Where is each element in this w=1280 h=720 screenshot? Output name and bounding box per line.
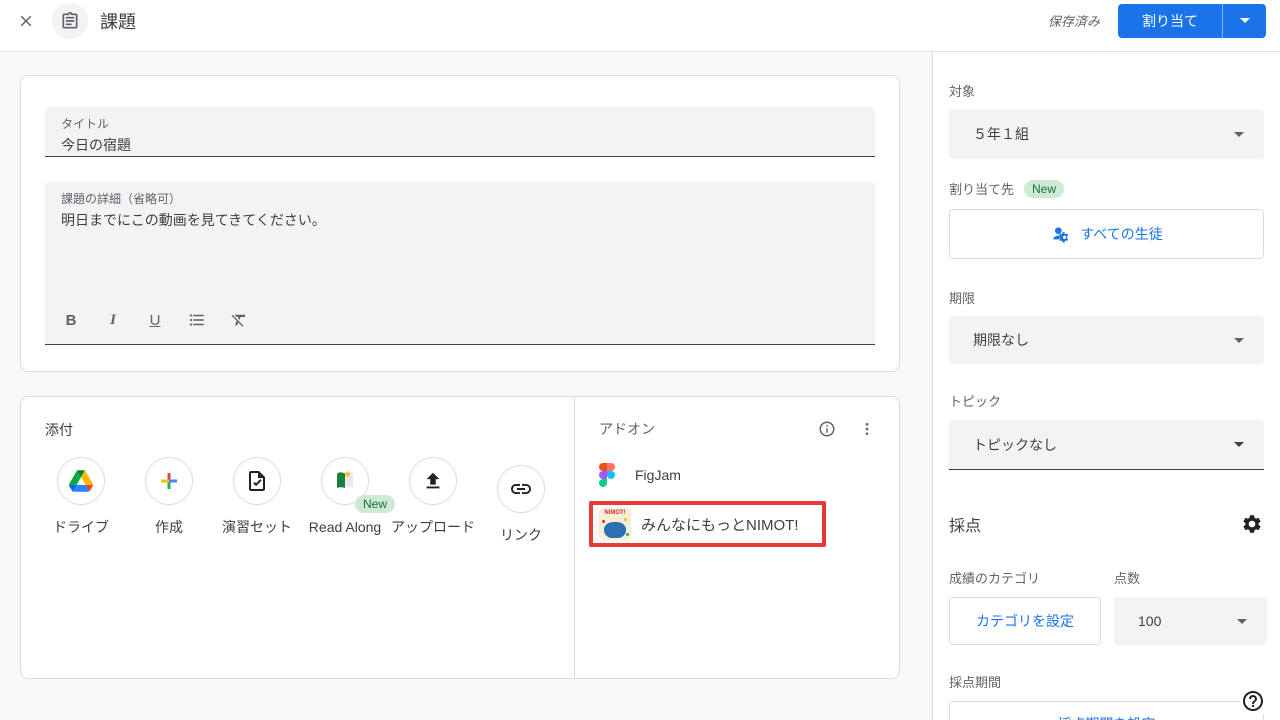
manage-accounts-icon [1053, 227, 1069, 243]
chevron-down-icon [1234, 442, 1244, 447]
figjam-icon [599, 463, 615, 487]
audience-label: 対象 [949, 84, 976, 99]
points-label: 点数 [1114, 571, 1141, 586]
main-content: タイトル 今日の宿題 課題の詳細（省略可） 明日までにこの動画を見てきてください… [0, 52, 932, 720]
assignment-editor: 課題 保存済み 割り当て タイトル 今日の宿題 課題の詳細（省略可） 明日までに… [0, 0, 1280, 720]
practice-set-icon [249, 471, 265, 491]
close-icon [20, 15, 32, 26]
attach-drive-button[interactable]: ドライブ [37, 457, 125, 545]
grade-category-label: 成績のカテゴリ [949, 571, 1041, 586]
chevron-down-icon [1234, 131, 1244, 137]
all-students-button[interactable]: すべての生徒 [949, 209, 1264, 259]
description-field-value: 明日までにこの動画を見てきてください。 [61, 212, 326, 228]
bold-button[interactable]: B [61, 310, 81, 330]
assign-button[interactable]: 割り当て [1118, 3, 1222, 38]
topic-select[interactable]: トピックなし [949, 420, 1264, 470]
gear-icon [1243, 515, 1261, 533]
bulleted-list-icon [189, 314, 204, 326]
assignment-details-card: タイトル 今日の宿題 課題の詳細（省略可） 明日までにこの動画を見てきてください… [20, 75, 900, 372]
attachments-section: 添付 ドライブ 作成 演習セット New Read Along アップロード リ… [21, 397, 574, 678]
attachments-heading: 添付 [45, 422, 73, 438]
attach-practice-set-button[interactable]: 演習セット [213, 457, 301, 545]
underline-button[interactable]: U [145, 310, 165, 330]
kebab-menu-icon [865, 423, 869, 435]
help-icon [1243, 691, 1263, 711]
addons-section: アドオン FigJam NIMOT! みんなにもっとNIMOT! [574, 397, 899, 678]
set-grading-period-button[interactable]: 採点期間を設定 [949, 701, 1264, 720]
read-along-icon [337, 470, 353, 488]
settings-sidebar: 対象 ５年１組 割り当て先 New すべての生徒 期限 期限なし トピック トピ… [932, 52, 1280, 720]
google-drive-icon [69, 470, 93, 492]
assign-split-button: 割り当て [1118, 3, 1266, 38]
addon-nimot-highlighted[interactable]: NIMOT! みんなにもっとNIMOT! [589, 501, 826, 547]
page-title: 課題 [100, 11, 136, 32]
addons-heading: アドオン [599, 421, 655, 437]
create-plus-icon [161, 473, 177, 489]
clear-formatting-icon [231, 314, 245, 327]
description-field-label: 課題の詳細（省略可） [61, 192, 182, 206]
assign-dropdown-button[interactable] [1222, 3, 1266, 38]
close-button[interactable] [14, 9, 38, 33]
nimot-icon: NIMOT! [599, 508, 631, 540]
assignee-label: 割り当て先 [949, 182, 1015, 197]
bulleted-list-button[interactable] [187, 310, 207, 330]
format-toolbar: B I U [61, 310, 859, 336]
assignee-new-badge: New [1024, 179, 1065, 198]
save-status: 保存済み [1047, 14, 1100, 29]
attachments-card: 添付 ドライブ 作成 演習セット New Read Along アップロード リ… [20, 396, 900, 679]
topic-label: トピック [949, 394, 1002, 409]
header: 課題 保存済み 割り当て [0, 0, 1280, 52]
upload-icon [426, 472, 440, 489]
addons-info-button[interactable] [815, 417, 839, 441]
attach-create-button[interactable]: 作成 [125, 457, 213, 545]
grading-heading: 採点 [949, 518, 982, 535]
grading-settings-button[interactable] [1240, 512, 1264, 536]
info-icon [819, 421, 835, 437]
chevron-down-icon [1239, 18, 1250, 23]
attach-upload-button[interactable]: アップロード [389, 457, 477, 545]
title-field-label: タイトル [61, 117, 110, 131]
addons-menu-button[interactable] [855, 417, 879, 441]
audience-select[interactable]: ５年１組 [949, 109, 1264, 159]
link-icon [511, 484, 531, 494]
addon-figjam[interactable]: FigJam [599, 463, 879, 487]
description-field[interactable]: 課題の詳細（省略可） 明日までにこの動画を見てきてください。 B I U [45, 182, 875, 345]
title-field[interactable]: タイトル 今日の宿題 [45, 107, 875, 157]
chevron-down-icon [1237, 618, 1247, 624]
help-button[interactable] [1240, 688, 1266, 714]
title-field-value: 今日の宿題 [61, 137, 131, 153]
points-select[interactable]: 100 [1114, 597, 1267, 645]
attach-link-button[interactable]: リンク [477, 465, 565, 545]
clear-formatting-button[interactable] [229, 310, 249, 330]
due-select[interactable]: 期限なし [949, 316, 1264, 364]
chevron-down-icon [1234, 337, 1244, 343]
attach-read-along-button[interactable]: New Read Along [301, 457, 396, 545]
italic-button[interactable]: I [103, 310, 123, 330]
due-label: 期限 [949, 291, 976, 306]
assignment-clipboard-icon [62, 11, 78, 29]
assignment-type-icon-circle [52, 2, 88, 39]
grading-period-label: 採点期間 [949, 675, 1002, 690]
attachment-buttons: ドライブ 作成 演習セット New Read Along アップロード リンク [37, 457, 574, 573]
set-category-button[interactable]: カテゴリを設定 [949, 597, 1101, 645]
